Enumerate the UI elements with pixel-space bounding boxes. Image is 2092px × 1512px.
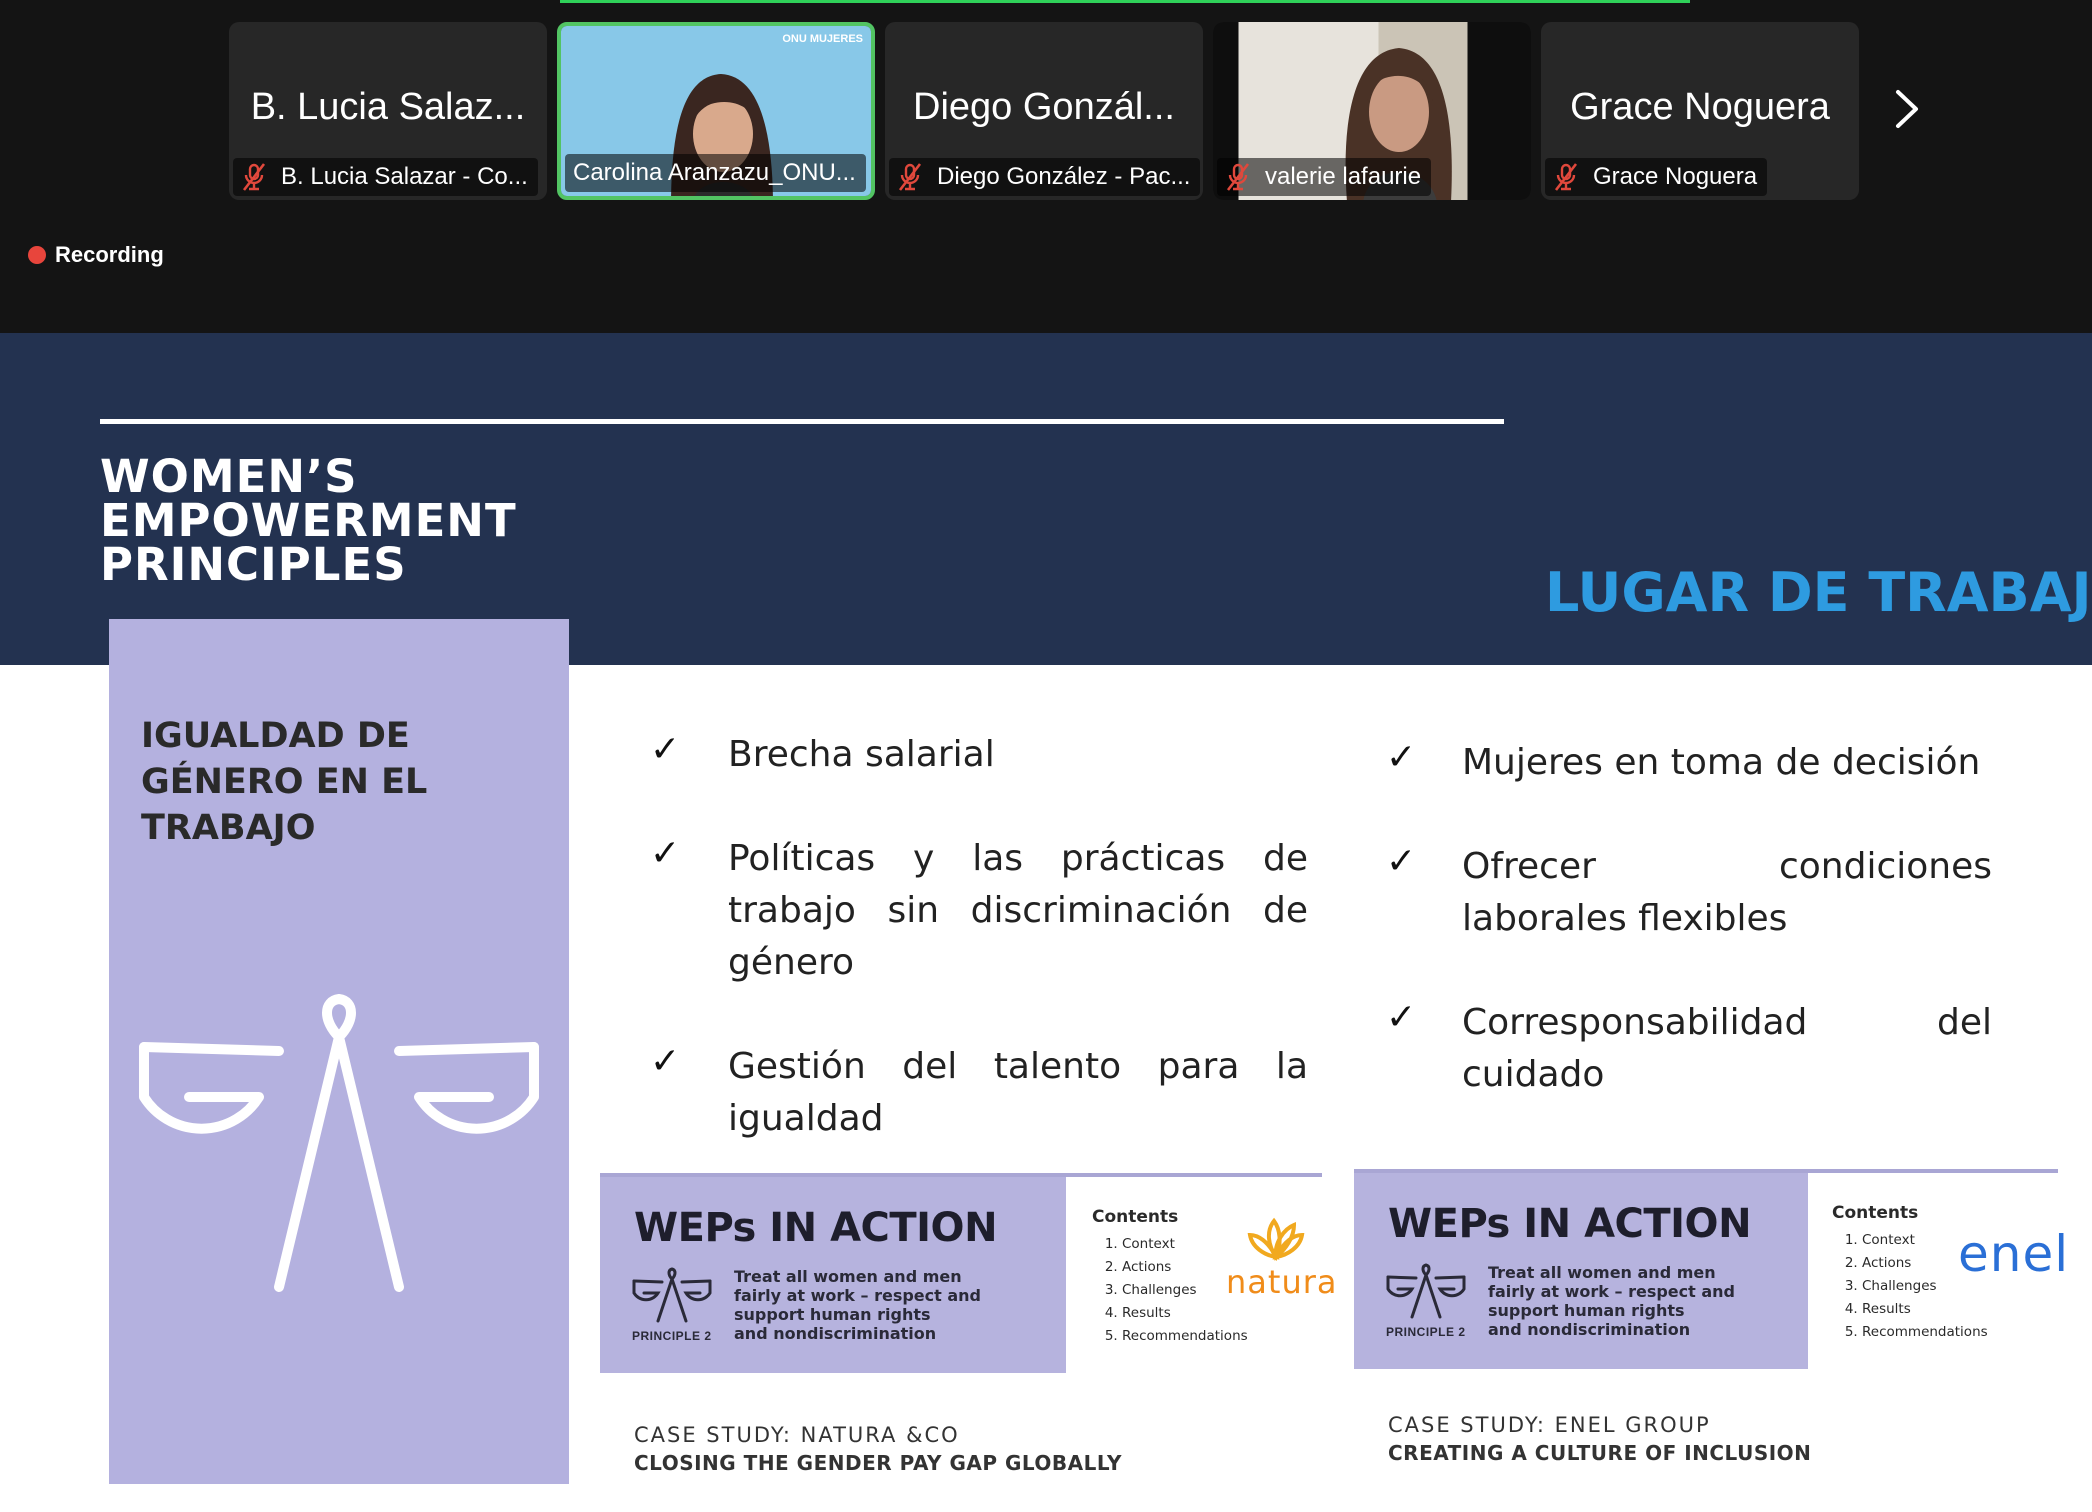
scale-of-justice-icon xyxy=(1386,1263,1466,1319)
card-description: Treat all women and men fairly at work –… xyxy=(734,1267,981,1343)
weps-case-card: WEPs IN ACTION PRINCIPLE 2 Treat all wom… xyxy=(1354,1169,2068,1369)
weps-logo-text: WOMEN’S EMPOWERMENT PRINCIPLES xyxy=(100,450,517,591)
case-study-subtitle: CLOSING THE GENDER PAY GAP GLOBALLY xyxy=(634,1451,1122,1475)
check-icon: ✓ xyxy=(650,833,681,874)
participant-label-text: Diego González - Pac... xyxy=(937,163,1191,190)
bullet-text: Políticas y las prácticas de trabajo sin… xyxy=(728,838,1308,983)
card-desc-line: support human rights xyxy=(734,1305,931,1324)
check-icon: ✓ xyxy=(1386,841,1417,882)
side-panel-title: IGUALDAD DE GÉNERO EN EL TRABAJO xyxy=(141,713,427,851)
bullet-text: Brecha salarial xyxy=(728,734,995,775)
principle-side-panel: IGUALDAD DE GÉNERO EN EL TRABAJO xyxy=(109,619,569,1484)
bullet-item: Gestión del talento para la igualdad xyxy=(728,1041,1308,1145)
card-contents-panel: Contents Context Actions Challenges Resu… xyxy=(1808,1173,2068,1369)
recording-label: Recording xyxy=(55,242,164,267)
header-divider-line xyxy=(100,419,1504,424)
weps-case-card: WEPs IN ACTION PRINCIPLE 2 Treat all wom… xyxy=(600,1173,1336,1373)
bullet-text: Corresponsabilidad del cuidado xyxy=(1462,1002,1992,1095)
bullet-item: Corresponsabilidad del cuidado xyxy=(1462,997,1992,1101)
scale-of-justice-icon xyxy=(632,1267,712,1323)
participant-name-label: Grace Noguera xyxy=(1545,158,1768,196)
contents-heading: Contents xyxy=(1092,1207,1179,1227)
chevron-right-icon[interactable] xyxy=(1890,86,1924,132)
card-desc-line: Treat all women and men xyxy=(734,1267,962,1286)
contents-item: Context xyxy=(1122,1233,1248,1256)
principle-label: PRINCIPLE 2 xyxy=(1386,1325,1466,1339)
card-contents-panel: Contents Context Actions Challenges Resu… xyxy=(1066,1177,1336,1373)
case-study-subtitle: CREATING A CULTURE OF INCLUSION xyxy=(1388,1441,1812,1465)
principle-label: PRINCIPLE 2 xyxy=(632,1329,712,1343)
card-desc-line: support human rights xyxy=(1488,1301,1685,1320)
slide-header-band: WOMEN’S EMPOWERMENT PRINCIPLES LUGAR DE … xyxy=(0,333,2092,665)
logo-line: PRINCIPLES xyxy=(100,538,407,591)
card-desc-line: and nondiscrimination xyxy=(734,1324,937,1343)
meeting-top-strip: B. Lucia Salaz... B. Lucia Salazar - Co.… xyxy=(0,0,2092,333)
participant-tile[interactable]: Grace Noguera Grace Noguera xyxy=(1541,22,1859,200)
muted-mic-icon xyxy=(898,163,922,191)
participant-display-name: Grace Noguera xyxy=(1570,86,1830,128)
bullet-item: Políticas y las prácticas de trabajo sin… xyxy=(728,833,1308,989)
card-title: WEPs IN ACTION xyxy=(1388,1201,1752,1247)
participant-tile[interactable]: Diego Gonzál... Diego González - Pac... xyxy=(885,22,1203,200)
bullet-item: Brecha salarial xyxy=(728,729,1308,781)
card-description: Treat all women and men fairly at work –… xyxy=(1488,1263,1735,1339)
participant-tile[interactable]: valerie lafaurie xyxy=(1213,22,1531,200)
logo-line: EMPOWERMENT xyxy=(100,494,517,547)
contents-item: Results xyxy=(1862,1298,1988,1321)
shared-slide: WOMEN’S EMPOWERMENT PRINCIPLES LUGAR DE … xyxy=(0,333,2092,1512)
muted-mic-icon xyxy=(1554,163,1578,191)
participant-tile[interactable]: B. Lucia Salaz... B. Lucia Salazar - Co.… xyxy=(229,22,547,200)
check-icon: ✓ xyxy=(1386,997,1417,1038)
card-desc-line: Treat all women and men xyxy=(1488,1263,1716,1282)
side-title-line: GÉNERO EN EL xyxy=(141,762,428,802)
brand-logo: natura xyxy=(1226,1263,1338,1301)
participant-name-label: Diego González - Pac... xyxy=(889,158,1201,196)
participant-label-text: Grace Noguera xyxy=(1593,163,1758,190)
check-icon: ✓ xyxy=(650,729,681,770)
contents-item: Recommendations xyxy=(1122,1325,1248,1348)
contents-item: Recommendations xyxy=(1862,1321,1988,1344)
participant-label-text: B. Lucia Salazar - Co... xyxy=(281,163,528,190)
case-study-line: CASE STUDY: NATURA &CO xyxy=(634,1423,960,1447)
case-study-caption: CASE STUDY: ENEL GROUP CREATING A CULTUR… xyxy=(1388,1413,1811,1465)
active-speaker-indicator xyxy=(560,0,1690,3)
card-desc-line: and nondiscrimination xyxy=(1488,1320,1691,1339)
side-title-line: IGUALDAD DE xyxy=(141,716,410,756)
case-study-caption: CASE STUDY: NATURA &CO CLOSING THE GENDE… xyxy=(634,1423,1122,1475)
recording-indicator: Recording xyxy=(28,242,164,268)
bullet-text: Gestión del talento para la igualdad xyxy=(728,1046,1308,1139)
participant-name-label: valerie lafaurie xyxy=(1217,158,1432,196)
contents-item: Results xyxy=(1122,1302,1248,1325)
contents-list: Contents Context Actions Challenges Resu… xyxy=(1092,1207,1248,1348)
contents-heading: Contents xyxy=(1832,1203,1919,1223)
side-title-line: TRABAJO xyxy=(141,808,316,848)
slide-heading: LUGAR DE TRABAJO xyxy=(1545,561,2092,624)
card-desc-line: fairly at work – respect and xyxy=(734,1286,981,1305)
participant-label-text: valerie lafaurie xyxy=(1265,163,1422,190)
participant-label-text: Carolina Aranzazu_ONU... xyxy=(573,159,856,186)
card-title: WEPs IN ACTION xyxy=(634,1205,998,1251)
participant-name-label: B. Lucia Salazar - Co... xyxy=(233,158,538,196)
participant-display-name: B. Lucia Salaz... xyxy=(250,86,526,128)
muted-mic-icon xyxy=(1226,163,1250,191)
scale-of-justice-icon xyxy=(139,994,539,1292)
muted-mic-icon xyxy=(242,163,266,191)
bullet-item: Mujeres en toma de decisión xyxy=(1462,737,1992,789)
brand-logo: enel xyxy=(1958,1225,2070,1283)
card-desc-line: fairly at work – respect and xyxy=(1488,1282,1735,1301)
logo-line: WOMEN’S xyxy=(100,450,358,503)
case-study-line: CASE STUDY: ENEL GROUP xyxy=(1388,1413,1711,1437)
recording-dot-icon xyxy=(28,246,46,264)
bullet-item: Ofrecer condiciones laborales flexibles xyxy=(1462,841,1992,945)
natura-flower-logo-icon xyxy=(1247,1217,1305,1261)
participant-display-name: Diego Gonzál... xyxy=(913,86,1175,128)
onu-mujeres-badge: ONU MUJERES xyxy=(782,33,863,45)
bullet-text: Mujeres en toma de decisión xyxy=(1462,742,1981,783)
bullet-text: Ofrecer condiciones laborales flexibles xyxy=(1462,846,1992,939)
participant-name-label: Carolina Aranzazu_ONU... xyxy=(565,154,866,192)
participant-tile-active[interactable]: ONU MUJERES Carolina Aranzazu_ONU... xyxy=(557,22,875,200)
check-icon: ✓ xyxy=(1386,737,1417,778)
check-icon: ✓ xyxy=(650,1041,681,1082)
